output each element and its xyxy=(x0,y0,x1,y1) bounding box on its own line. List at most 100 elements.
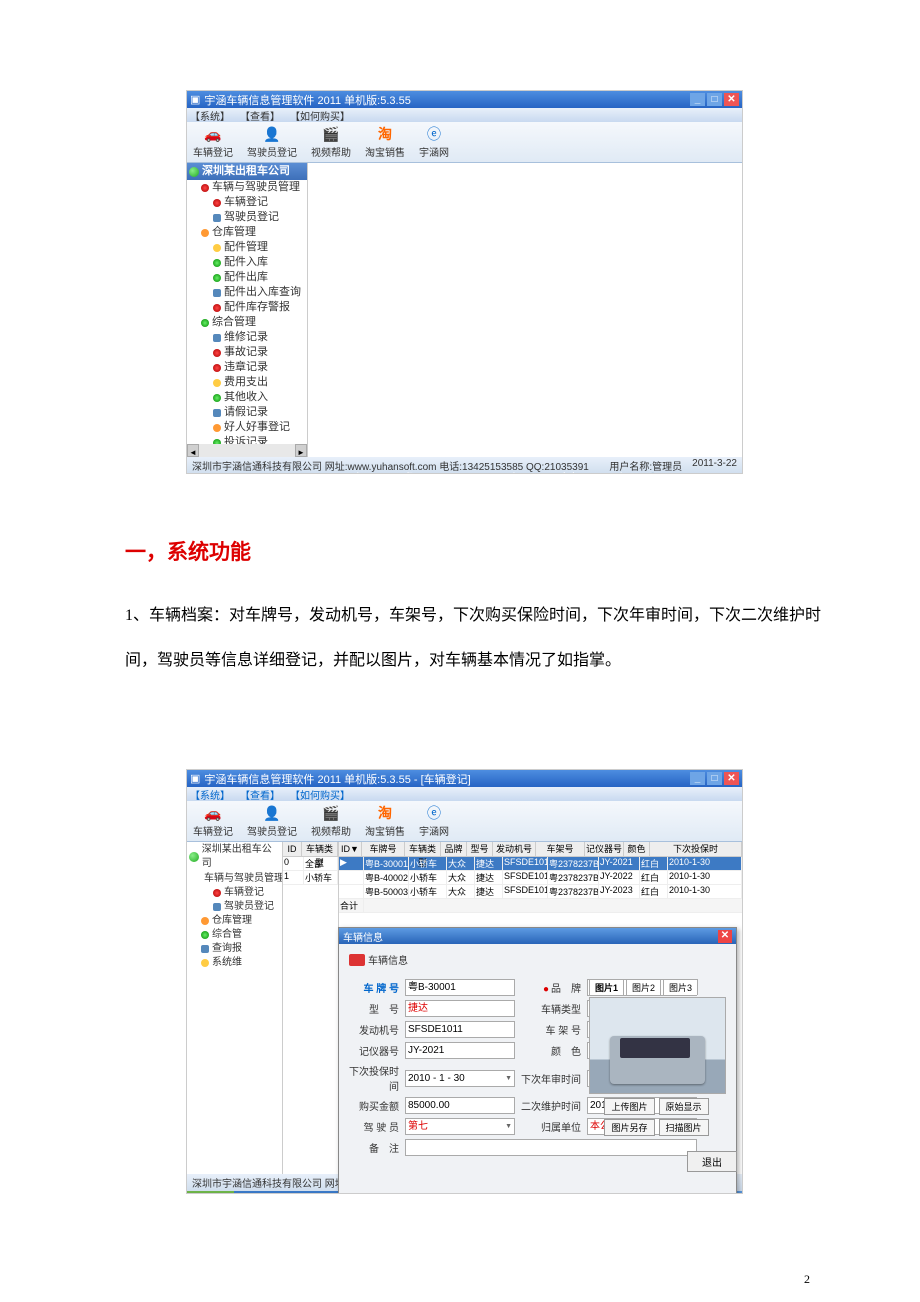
tree-expense[interactable]: 费用支出 xyxy=(187,375,307,390)
gear-icon xyxy=(201,959,209,967)
tb-driver-register[interactable]: 👤驾驶员登记 xyxy=(247,804,297,838)
tree-vehicle-register[interactable]: 车辆登记 xyxy=(187,195,307,210)
tb-taobao[interactable]: 淘淘宝销售 xyxy=(365,125,405,159)
tree-group-reports[interactable]: 查询报 xyxy=(187,942,282,956)
dialog-close-button[interactable]: ✕ xyxy=(718,930,732,943)
menu-buy[interactable]: 【如何购买】 xyxy=(290,108,350,123)
field-price[interactable]: 85000.00 xyxy=(405,1097,515,1114)
tree-driver-register[interactable]: 驾驶员登记 xyxy=(187,210,307,225)
tree-root[interactable]: 深圳某出租车公司 xyxy=(187,163,307,180)
vehicle-image xyxy=(589,997,726,1094)
minimize-button[interactable]: _ xyxy=(690,772,705,785)
menu-system[interactable]: 【系统】 xyxy=(190,108,230,123)
filter-row[interactable]: 0全部 xyxy=(283,857,338,871)
tree-repair[interactable]: 维修记录 xyxy=(187,330,307,345)
filter-row[interactable]: 1小轿车 xyxy=(283,871,338,885)
menubar: 【系统】 【查看】 【如何购买】 xyxy=(187,108,742,122)
folder-icon xyxy=(201,184,209,192)
tree-group-vehicle[interactable]: 车辆与驾驶员管理 xyxy=(187,180,307,195)
tree-parts-out[interactable]: 配件出库 xyxy=(187,270,307,285)
tree-group-warehouse[interactable]: 仓库管理 xyxy=(187,914,282,928)
grid-row[interactable]: 粤B-40002小轿车大众捷达SFSDE1012粤2378237BJY-2022… xyxy=(339,871,742,885)
grid-row[interactable]: ▶粤B-30001小轿车大众捷达SFSDE1011粤2378237BJY-202… xyxy=(339,857,742,871)
money-icon xyxy=(213,379,221,387)
tree-group-general[interactable]: 综合管 xyxy=(187,928,282,942)
tree-parts-mgmt[interactable]: 配件管理 xyxy=(187,240,307,255)
tree-parts-query[interactable]: 配件出入库查询 xyxy=(187,285,307,300)
tb-driver-register[interactable]: 👤驾驶员登记 xyxy=(247,125,297,159)
taskbar-item-active[interactable]: ▣ 宇涵车辆信息管理 xyxy=(394,1193,498,1194)
start-button[interactable]: ⊞ 开始 xyxy=(187,1191,234,1194)
img-tab-3[interactable]: 图片3 xyxy=(663,979,698,995)
tree-leave[interactable]: 请假记录 xyxy=(187,405,307,420)
upload-image-button[interactable]: 上传图片 xyxy=(604,1098,654,1115)
img-tab-2[interactable]: 图片2 xyxy=(626,979,661,995)
tree-group-vehicle[interactable]: 车辆与驾驶员管理 xyxy=(187,872,282,886)
field-driver[interactable]: 第七 xyxy=(405,1118,515,1135)
tb-vehicle-register[interactable]: 🚗车辆登记 xyxy=(193,804,233,838)
label-brand: ●品 牌 xyxy=(521,980,581,995)
minimize-button[interactable]: _ xyxy=(690,93,705,106)
tree-scrollbar[interactable]: ◄► xyxy=(187,444,307,457)
taskbar-item[interactable]: ▤ 宇涵车辆管理软件 xyxy=(287,1193,391,1194)
tree-vehicle-register[interactable]: 车辆登记 xyxy=(187,886,282,900)
folder-icon xyxy=(201,319,209,327)
dialog-title: 车辆信息 xyxy=(343,929,383,944)
tree-violation[interactable]: 违章记录 xyxy=(187,360,307,375)
alert-icon xyxy=(213,304,221,312)
van-illustration xyxy=(610,1036,705,1084)
scan-image-button[interactable]: 扫描图片 xyxy=(659,1119,709,1136)
tree-gooddeed[interactable]: 好人好事登记 xyxy=(187,420,307,435)
tree-income[interactable]: 其他收入 xyxy=(187,390,307,405)
stop-icon xyxy=(213,364,221,372)
tb-taobao[interactable]: 淘淘宝销售 xyxy=(365,804,405,838)
menu-view[interactable]: 【查看】 xyxy=(240,108,280,123)
maximize-button[interactable]: □ xyxy=(707,772,722,785)
field-model[interactable]: 捷达 xyxy=(405,1000,515,1017)
original-view-button[interactable]: 原始显示 xyxy=(659,1098,709,1115)
menu-system[interactable]: 【系统】 xyxy=(190,787,230,802)
menu-buy[interactable]: 【如何购买】 xyxy=(290,787,350,802)
car-icon: 🚗 xyxy=(204,804,222,822)
taskbar-item[interactable]: ◧ xyxy=(237,1193,258,1194)
grid-row[interactable]: 粤B-50003小轿车大众捷达SFSDE1013粤2378237BJY-2023… xyxy=(339,885,742,899)
toolbar: 🚗车辆登记 👤驾驶员登记 🎬视频帮助 淘淘宝销售 ⓔ宇涵网 xyxy=(187,122,742,163)
tb-website[interactable]: ⓔ宇涵网 xyxy=(419,804,449,838)
tree-group-system[interactable]: 系统维 xyxy=(187,956,282,970)
globe-icon xyxy=(189,852,199,862)
tree-group-warehouse[interactable]: 仓库管理 xyxy=(187,225,307,240)
img-tab-1[interactable]: 图片1 xyxy=(589,979,624,995)
close-button[interactable]: ✕ xyxy=(724,772,739,785)
tree-parts-alert[interactable]: 配件库存警报 xyxy=(187,300,307,315)
tb-video-help[interactable]: 🎬视频帮助 xyxy=(311,125,351,159)
label-model: 型 号 xyxy=(349,1001,399,1016)
tree-group-general[interactable]: 综合管理 xyxy=(187,315,307,330)
driver-icon: 👤 xyxy=(263,125,281,143)
close-button[interactable]: ✕ xyxy=(724,93,739,106)
statusbar: 深圳市宇涵信通科技有限公司 网址:www.yuhansoft.com 电话:13… xyxy=(187,457,742,474)
field-insurance[interactable]: 2010 - 1 - 30 xyxy=(405,1070,515,1087)
field-recorder[interactable]: JY-2021 xyxy=(405,1042,515,1059)
tree-accident[interactable]: 事故记录 xyxy=(187,345,307,360)
tree-root[interactable]: 深圳某出租车公司 xyxy=(187,842,282,872)
tree-parts-in[interactable]: 配件入库 xyxy=(187,255,307,270)
money-icon xyxy=(213,394,221,402)
save-image-button[interactable]: 图片另存 xyxy=(604,1119,654,1136)
maximize-button[interactable]: □ xyxy=(707,93,722,106)
label-recorder: 记仪器号 xyxy=(349,1043,399,1058)
arrow-in-icon xyxy=(213,259,221,267)
tb-vehicle-register[interactable]: 🚗车辆登记 xyxy=(193,125,233,159)
menu-view[interactable]: 【查看】 xyxy=(240,787,280,802)
tree-driver-register[interactable]: 驾驶员登记 xyxy=(187,900,282,914)
field-engine[interactable]: SFSDE1011 xyxy=(405,1021,515,1038)
image-panel: 图片1 图片2 图片3 上传图片 原始显示 图片另存 扫描图片 xyxy=(589,979,724,1136)
page-number: 2 xyxy=(804,1272,810,1287)
tb-video-help[interactable]: 🎬视频帮助 xyxy=(311,804,351,838)
field-note[interactable] xyxy=(405,1139,697,1156)
window-title: 宇涵车辆信息管理软件 2011 单机版:5.3.55 - [车辆登记] xyxy=(204,771,470,787)
taskbar-item[interactable]: ⓔ xyxy=(262,1193,284,1194)
chart-icon xyxy=(201,945,209,953)
field-plate[interactable]: 粤B-30001 xyxy=(405,979,515,996)
tb-website[interactable]: ⓔ宇涵网 xyxy=(419,125,449,159)
panel-exit-button[interactable]: 退出 xyxy=(687,1151,737,1172)
